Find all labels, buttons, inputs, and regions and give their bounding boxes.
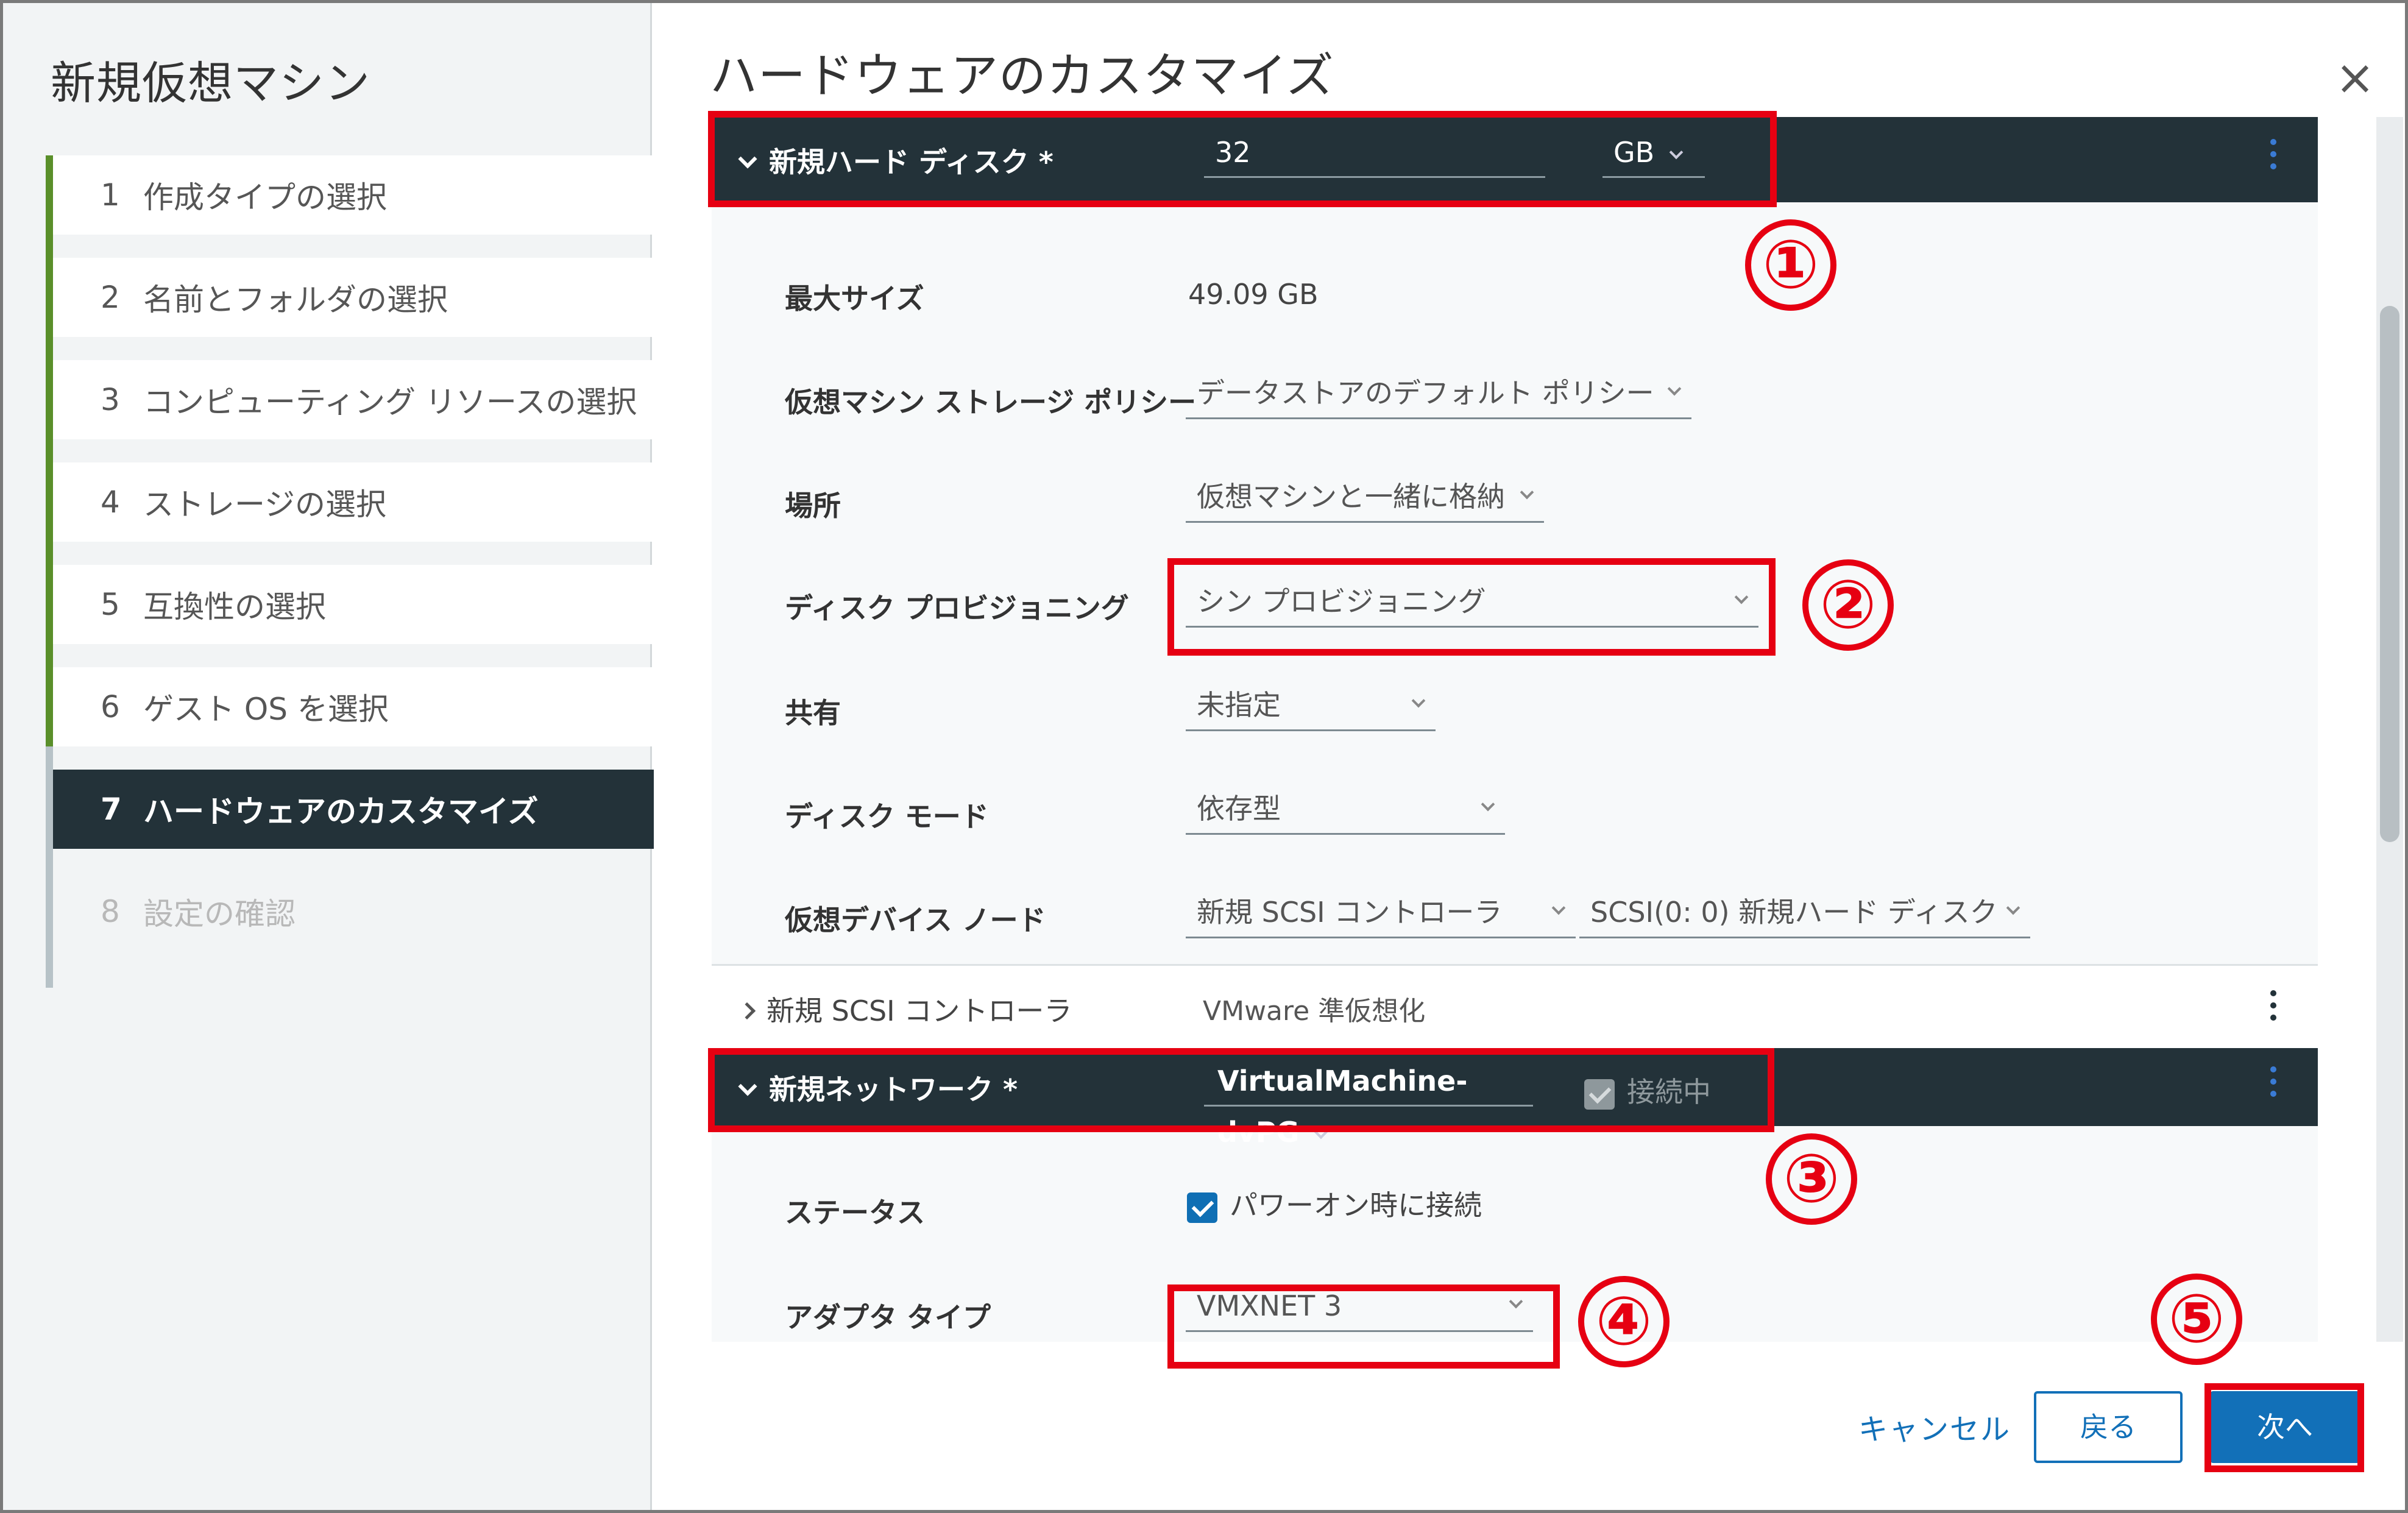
device-node-slot-select[interactable]: SCSI(0: 0) 新規ハード ディスク	[1579, 891, 2030, 938]
page-title: ハードウェアのカスタマイズ	[710, 49, 1334, 104]
scrollbar[interactable]	[2376, 117, 2403, 1342]
storage-policy-label: 仮想マシン ストレージ ポリシー	[785, 386, 1197, 419]
scrollbar-thumb[interactable]	[2380, 306, 2399, 842]
checkbox-icon	[1584, 1079, 1615, 1110]
chevron-down-icon	[1411, 693, 1426, 708]
wizard-step-6[interactable]: 6 ゲスト OS を選択	[46, 644, 654, 746]
step-label: ゲスト OS を選択	[143, 692, 389, 727]
step-label: 名前とフォルダの選択	[143, 282, 448, 317]
chevron-right-icon	[738, 1002, 756, 1020]
chevron-down-icon	[1509, 1294, 1523, 1309]
adapter-type-label: アダプタ タイプ	[785, 1301, 991, 1334]
chevron-down-icon	[1669, 145, 1684, 160]
disk-provisioning-label: ディスク プロビジョニング	[785, 592, 1129, 625]
chevron-down-icon	[1520, 485, 1534, 500]
wizard-step-1[interactable]: 1 作成タイプの選択	[46, 155, 654, 235]
close-icon[interactable]: ×	[2335, 54, 2375, 102]
wizard-step-5[interactable]: 5 互換性の選択	[46, 542, 654, 644]
wizard-step-4[interactable]: 4 ストレージの選択	[46, 439, 654, 542]
step-label: ストレージの選択	[143, 487, 386, 522]
chevron-down-icon	[1481, 797, 1495, 812]
scsi-controller-value: VMware 準仮想化	[1203, 996, 1426, 1027]
hard-disk-title[interactable]: 新規ハード ディスク *	[738, 140, 1054, 180]
step-number: 5	[101, 587, 120, 622]
chevron-down-icon	[1551, 901, 1566, 915]
step-number: 7	[101, 792, 122, 827]
adapter-type-select[interactable]: VMXNET 3	[1186, 1284, 1533, 1332]
more-menu-icon[interactable]	[2270, 990, 2278, 1027]
hardware-content: 新規ハード ディスク * 32 GB 最大サイズ 49.09 GB 仮想マシン …	[712, 117, 2318, 1342]
chevron-down-icon	[2006, 901, 2020, 915]
network-header[interactable]: 新規ネットワーク * VirtualMachine-dvPG 接続中	[712, 1048, 2318, 1149]
device-node-controller-select[interactable]: 新規 SCSI コントローラ	[1186, 891, 1576, 938]
scsi-controller-label[interactable]: 新規 SCSI コントローラ	[738, 989, 1072, 1029]
disk-provisioning-select[interactable]: シン プロビジョニング	[1186, 580, 1758, 628]
disk-mode-select[interactable]: 依存型	[1186, 787, 1505, 835]
network-title[interactable]: 新規ネットワーク *	[738, 1068, 1018, 1108]
wizard-step-3[interactable]: 3 コンピューティング リソースの選択	[46, 337, 654, 439]
back-button[interactable]: 戻る	[2034, 1391, 2183, 1463]
chevron-down-icon	[738, 149, 757, 169]
cancel-button[interactable]: キャンセル	[1858, 1405, 2011, 1448]
step-label: 設定の確認	[143, 896, 296, 932]
device-node-label: 仮想デバイス ノード	[785, 904, 1046, 937]
step-number: 1	[101, 177, 120, 213]
status-label: ステータス	[785, 1196, 925, 1229]
more-menu-icon[interactable]	[2270, 1066, 2278, 1103]
wizard-step-8: 8 設定の確認	[46, 849, 654, 988]
annotation-badge-2: ②	[1802, 559, 1894, 651]
sharing-select[interactable]: 未指定	[1186, 684, 1436, 731]
step-label: ハードウェアのカスタマイズ	[143, 794, 539, 829]
max-size-value: 49.09 GB	[1188, 278, 1319, 311]
location-select[interactable]: 仮想マシンと一緒に格納	[1186, 475, 1544, 523]
wizard-step-7-active[interactable]: 7 ハードウェアのカスタマイズ	[46, 746, 654, 849]
checkbox-checked-icon	[1187, 1192, 1217, 1223]
chevron-down-icon	[738, 1077, 757, 1096]
connected-checkbox: 接続中	[1584, 1070, 1711, 1110]
location-label: 場所	[785, 489, 841, 522]
step-label: 互換性の選択	[143, 589, 326, 625]
next-button[interactable]: 次へ	[2211, 1391, 2359, 1463]
step-label: 作成タイプの選択	[143, 180, 387, 215]
annotation-badge-3: ③	[1766, 1133, 1857, 1225]
step-number: 8	[101, 894, 120, 929]
step-label: コンピューティング リソースの選択	[143, 384, 637, 420]
wizard-sidebar: 新規仮想マシン 1 作成タイプの選択 2 名前とフォルダの選択 3 コンピューティング…	[3, 3, 654, 1510]
sharing-label: 共有	[785, 696, 841, 729]
disk-size-input[interactable]: 32	[1204, 127, 1545, 178]
wizard-steps: 1 作成タイプの選択 2 名前とフォルダの選択 3 コンピューティング リソースの選択…	[46, 155, 654, 988]
scsi-controller-row[interactable]: 新規 SCSI コントローラ VMware 準仮想化	[712, 964, 2318, 1048]
more-menu-icon[interactable]	[2270, 139, 2278, 175]
annotation-badge-4: ④	[1578, 1276, 1670, 1367]
storage-policy-select[interactable]: データストアのデフォルト ポリシー	[1186, 372, 1691, 419]
wizard-title: 新規仮想マシン	[51, 57, 370, 110]
chevron-down-icon	[1734, 590, 1749, 604]
step-number: 3	[101, 382, 120, 417]
annotation-badge-1: ①	[1745, 219, 1836, 311]
max-size-label: 最大サイズ	[785, 282, 924, 315]
disk-unit-select[interactable]: GB	[1602, 127, 1705, 178]
step-number: 4	[101, 484, 120, 520]
chevron-down-icon	[1667, 381, 1682, 396]
step-number: 2	[101, 280, 120, 315]
step-number: 6	[101, 689, 120, 725]
wizard-step-2[interactable]: 2 名前とフォルダの選択	[46, 235, 654, 337]
annotation-badge-5: ⑤	[2151, 1274, 2242, 1365]
chevron-down-icon	[1314, 1125, 1328, 1139]
power-on-connect-checkbox[interactable]: パワーオン時に接続	[1187, 1183, 1482, 1224]
hard-disk-header[interactable]: 新規ハード ディスク * 32 GB	[712, 117, 2318, 202]
network-select[interactable]: VirtualMachine-dvPG	[1204, 1055, 1533, 1149]
disk-mode-label: ディスク モード	[785, 800, 989, 833]
